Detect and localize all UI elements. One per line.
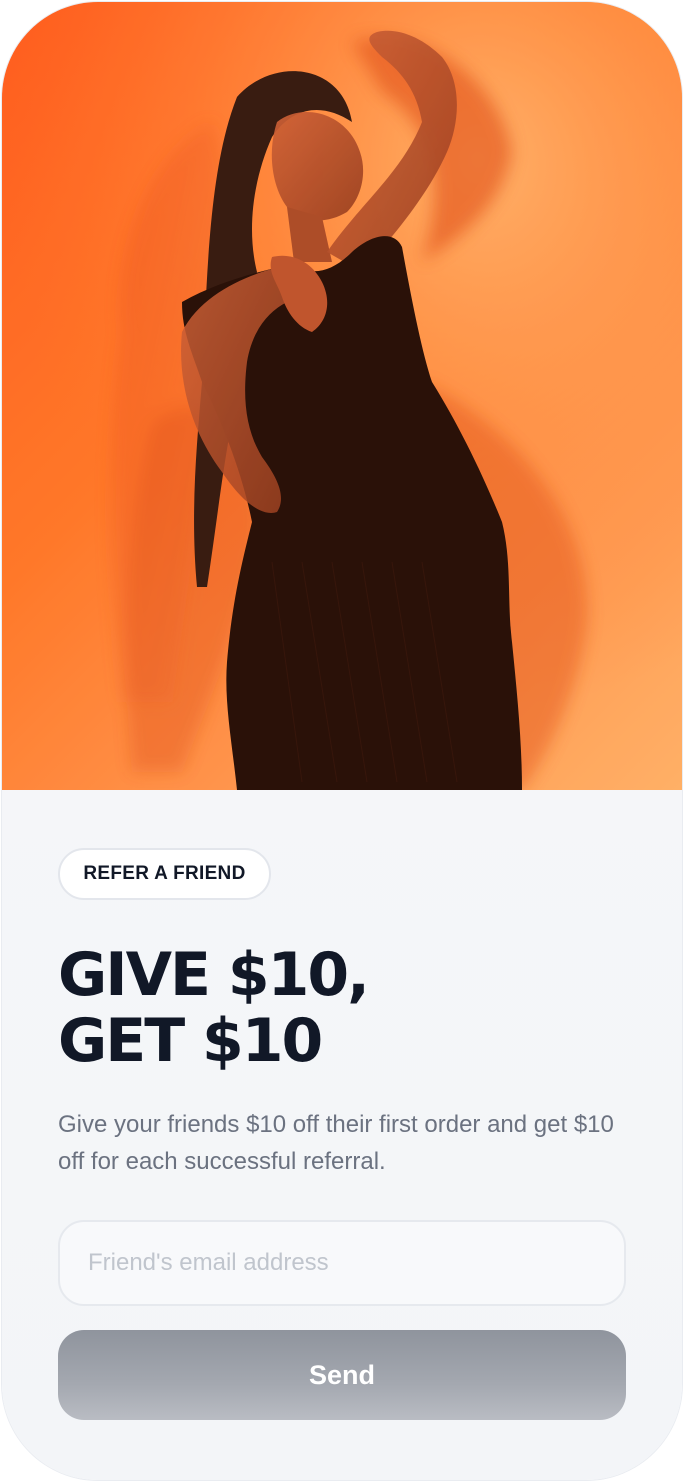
hero-photo-illustration bbox=[2, 2, 682, 790]
referral-content: REFER A FRIEND GIVE $10, GET $10 Give yo… bbox=[2, 790, 682, 1480]
email-field-container bbox=[58, 1220, 626, 1306]
headline: GIVE $10, GET $10 bbox=[58, 942, 618, 1074]
headline-line-1: GIVE $10, bbox=[58, 940, 370, 1010]
referral-description: Give your friends $10 off their first or… bbox=[58, 1111, 614, 1175]
friend-email-input[interactable] bbox=[60, 1222, 624, 1304]
headline-line-2: GET $10 bbox=[58, 1006, 323, 1076]
hero-image bbox=[2, 2, 682, 790]
refer-a-friend-badge: REFER A FRIEND bbox=[58, 848, 271, 900]
referral-card: REFER A FRIEND GIVE $10, GET $10 Give yo… bbox=[2, 2, 682, 1480]
send-button[interactable]: Send bbox=[58, 1330, 626, 1420]
